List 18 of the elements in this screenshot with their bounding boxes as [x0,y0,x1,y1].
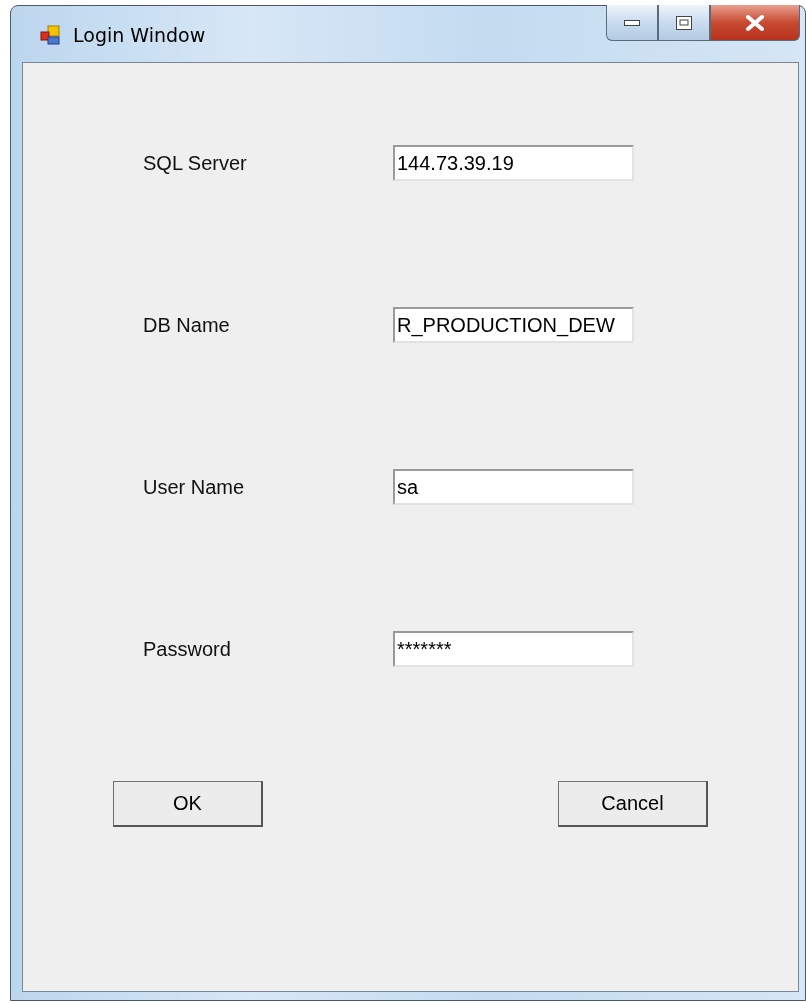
field-label: User Name [143,475,246,499]
cancel-button[interactable]: Cancel [558,781,708,827]
ok-button[interactable]: OK [113,781,263,827]
text-field[interactable]: R_PRODUCTION_DEW [393,307,634,343]
maximize-button[interactable] [658,5,710,41]
app-icon [39,24,61,46]
text-field[interactable]: 144.73.39.19 [393,145,634,181]
close-button[interactable] [710,5,800,41]
field-label: Password [143,637,232,661]
text-field[interactable]: sa [393,469,634,505]
maximize-icon [676,15,692,30]
text-field[interactable]: ******* [393,631,634,667]
field-label: DB Name [143,313,231,337]
field-label: SQL Server [143,151,248,175]
minimize-icon [624,19,640,26]
window-title: Login Window [73,24,206,46]
close-icon [746,14,764,31]
minimize-button[interactable] [606,5,658,41]
